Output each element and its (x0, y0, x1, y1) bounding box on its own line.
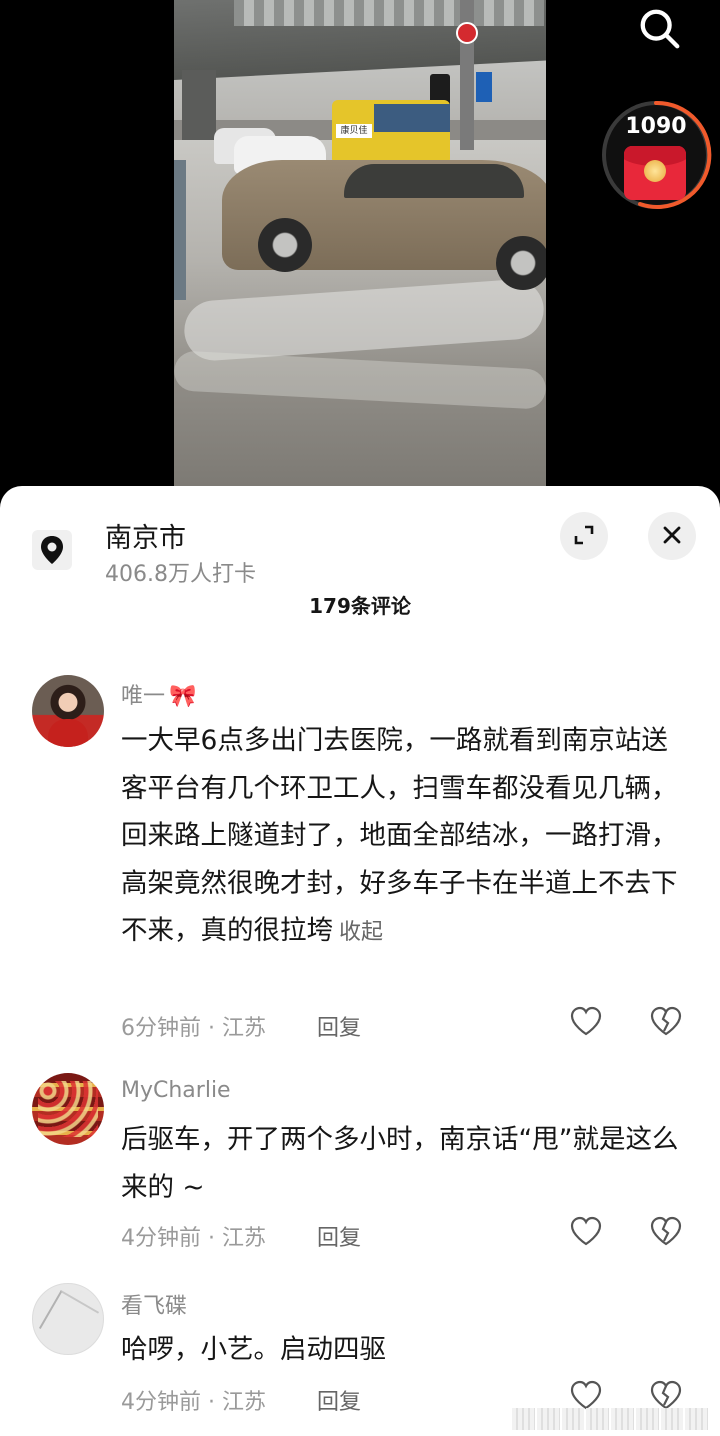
expand-button[interactable] (560, 512, 608, 560)
reply-button[interactable]: 回复 (317, 1010, 361, 1042)
avatar[interactable] (32, 675, 104, 747)
search-button[interactable] (636, 6, 684, 50)
video-player[interactable]: 康贝佳 1090 (0, 0, 720, 500)
location-checkin-count: 406.8万人打卡 (105, 562, 256, 587)
video-wheel (496, 236, 546, 290)
close-icon (662, 525, 682, 548)
reply-button[interactable]: 回复 (317, 1220, 361, 1252)
search-icon (637, 9, 683, 55)
video-bus-sign: 康贝佳 (336, 124, 372, 138)
comment-time-location: 4分钟前 · 江苏 (121, 1390, 266, 1415)
redpacket-count: 1090 (625, 114, 687, 139)
video-stop-sign (456, 22, 478, 44)
bow-emoji: 🎀 (169, 684, 197, 709)
redpacket-reward-widget[interactable]: 1090 (600, 98, 712, 212)
video-crosswalk-sign (476, 72, 492, 102)
expand-icon (573, 524, 595, 549)
video-pillar (182, 70, 216, 140)
comment-time-location: 6分钟前 · 江苏 (121, 1016, 266, 1041)
dislike-button[interactable] (648, 1005, 684, 1041)
video-frame[interactable]: 康贝佳 (174, 0, 546, 486)
comment-body: 一大早6点多出门去医院，一路就看到南京站送客平台有几个环卫工人，扫雪车都没看见几… (121, 725, 678, 946)
like-button[interactable] (568, 1005, 604, 1041)
comment-author-name: 唯一 (121, 684, 166, 709)
comment-text: 一大早6点多出门去医院，一路就看到南京站送客平台有几个环卫工人，扫雪车都没看见几… (121, 717, 689, 957)
avatar[interactable] (32, 1073, 104, 1145)
reply-button[interactable]: 回复 (317, 1384, 361, 1416)
heart-icon (569, 1006, 603, 1042)
location-title[interactable]: 南京市 (105, 516, 186, 555)
comment-author[interactable]: 唯一 🎀 (121, 678, 196, 710)
close-button[interactable] (648, 512, 696, 560)
video-sedan-windows (344, 164, 524, 198)
like-button[interactable] (568, 1215, 604, 1251)
broken-heart-icon (649, 1216, 683, 1252)
broken-heart-icon (649, 1006, 683, 1042)
heart-icon (569, 1216, 603, 1252)
comment-time-location: 4分钟前 · 江苏 (121, 1226, 266, 1251)
comment-text: 哈啰，小艺。启动四驱 (121, 1334, 386, 1365)
collapse-link[interactable]: 收起 (339, 920, 383, 945)
comment-text: 后驱车，开了两个多小时，南京话“甩”就是这么来的 ~ (121, 1124, 679, 1203)
video-bus-edge (174, 160, 186, 300)
video-wheel (258, 218, 312, 272)
video-overpass-rail (234, 0, 544, 26)
comment-author[interactable]: MyCharlie (121, 1078, 231, 1103)
watermark (512, 1408, 708, 1430)
comments-sheet: 南京市 406.8万人打卡 179条评论 唯一 🎀 一大早6点多出门去医院，一路就… (0, 486, 720, 1436)
dislike-button[interactable] (648, 1215, 684, 1251)
avatar[interactable] (32, 1283, 104, 1355)
comment-count: 179条评论 (309, 594, 411, 618)
red-envelope-icon (624, 146, 686, 200)
comment-author[interactable]: 看飞碟 (121, 1288, 187, 1320)
video-bus-window (374, 104, 450, 132)
location-pin-icon[interactable] (32, 530, 72, 570)
